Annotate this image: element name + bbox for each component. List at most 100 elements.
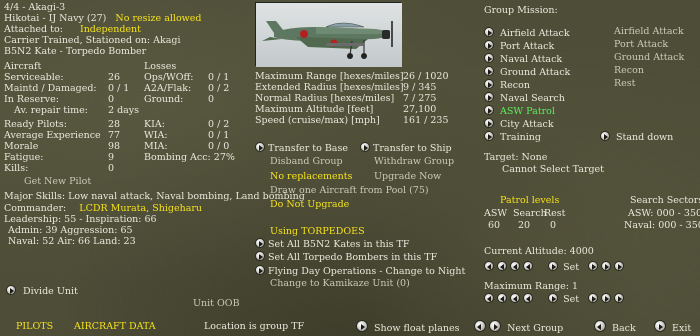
set-kates-button[interactable]: Set All B5N2 Kates in this TF <box>255 238 409 250</box>
arrow-right-icon <box>600 131 610 141</box>
pilot-wia-label: WIA: <box>144 130 168 141</box>
altitude-controls: Set <box>484 261 625 273</box>
range-extended-value: 9 / 345 <box>403 82 437 93</box>
asw-sectors[interactable]: ASW: 000 - 350 <box>628 208 700 219</box>
mission-alt-airfield-attack[interactable]: Airfield Attack <box>614 26 684 37</box>
pilot-label: Hikotai - IJ Navy (27) No resize allowed <box>4 13 202 24</box>
arrow-left-icon[interactable] <box>497 293 508 303</box>
unit-oob-button[interactable]: Unit OOB <box>193 298 240 309</box>
arrow-left-icon[interactable] <box>510 261 521 271</box>
mission-alt-port-attack[interactable]: Port Attack <box>614 39 668 50</box>
speed-value: 161 / 235 <box>403 115 449 126</box>
patrol-search-value[interactable]: 20 <box>518 220 530 231</box>
exit-button[interactable]: Exit <box>654 320 691 334</box>
arrow-right-icon <box>6 285 16 295</box>
arrow-right-icon <box>255 251 265 261</box>
mission-asw-patrol[interactable]: ASW Patrol <box>484 105 555 117</box>
disband-group-button[interactable]: Disband Group <box>270 156 343 167</box>
divide-unit-button[interactable]: Divide Unit <box>6 285 78 297</box>
mission-airfield-attack[interactable]: Airfield Attack <box>484 27 570 39</box>
flying-day-button[interactable]: Flying Day Operations - Change to Night <box>255 265 465 277</box>
carrier-info: Carrier Trained, Stationed on: Akagi <box>4 35 181 46</box>
arrow-right-icon <box>484 131 494 141</box>
pilot-ready-value: 28 <box>108 119 121 130</box>
stat-opswoff-value: 0 / 1 <box>208 72 230 83</box>
mission-naval-attack[interactable]: Naval Attack <box>484 53 562 65</box>
stat-repair-value: 2 days <box>108 105 140 116</box>
arrow-right-icon <box>484 118 494 128</box>
aircraft-data-button[interactable]: AIRCRAFT DATA <box>74 321 156 332</box>
stand-down-button[interactable]: Stand down <box>600 131 673 143</box>
altitude-set-button[interactable]: Set <box>563 262 579 273</box>
admin-stats: Admin: 39 Aggression: 65 <box>8 225 133 236</box>
kamikaze-button[interactable]: Change to Kamikaze Unit (0) <box>270 278 410 289</box>
arrow-right-icon[interactable] <box>601 293 612 303</box>
attached-value[interactable]: Independent <box>80 24 141 35</box>
mission-naval-search[interactable]: Naval Search <box>484 92 565 104</box>
pilot-exp-value: 77 <box>108 130 121 141</box>
arrow-right-icon[interactable] <box>601 261 612 271</box>
arrow-left-icon[interactable] <box>484 293 494 303</box>
arrow-left-icon[interactable] <box>484 261 494 271</box>
arrow-right-icon <box>356 320 368 332</box>
show-float-planes-button[interactable]: Show float planes <box>356 320 460 334</box>
mission-alt-recon[interactable]: Recon <box>614 65 644 76</box>
pilot-kia-label: KIA: <box>144 119 165 130</box>
stat-repair-label: Av. repair time: <box>14 105 88 116</box>
arrow-right-icon <box>484 79 494 89</box>
upgrade-now-button[interactable]: Upgrade Now <box>374 171 441 182</box>
mission-port-attack[interactable]: Port Attack <box>484 40 554 52</box>
arrow-left-icon[interactable] <box>523 293 534 303</box>
target-text: Target: None <box>484 152 548 163</box>
pilot-morale-value: 98 <box>108 141 121 152</box>
patrol-levels-header: Patrol levels <box>500 195 560 206</box>
patrol-asw-value[interactable]: 60 <box>488 220 500 231</box>
get-new-pilot-button[interactable]: Get New Pilot <box>24 176 91 187</box>
arrow-left-icon[interactable] <box>497 261 508 271</box>
pilot-mia-label: MIA: <box>144 141 168 152</box>
stat-opswoff-label: Ops/WOff: <box>144 72 194 83</box>
mission-city-attack[interactable]: City Attack <box>484 118 554 130</box>
max-altitude-value: 27,100 <box>403 104 437 115</box>
using-torpedoes-toggle[interactable]: Using TORPEDOES <box>270 226 365 237</box>
range-set-button[interactable]: Set <box>563 294 579 305</box>
stat-reserve-value: 0 <box>108 94 115 105</box>
arrow-right-icon[interactable] <box>614 261 625 271</box>
next-group-button[interactable]: Next Group <box>474 320 563 334</box>
resize-status: No resize allowed <box>115 13 202 24</box>
withdraw-group-button[interactable]: Withdraw Group <box>374 156 454 167</box>
transfer-to-base-button[interactable]: Transfer to Base <box>255 142 348 154</box>
location-text: Location is group TF <box>204 321 305 332</box>
arrow-right-icon[interactable] <box>548 261 559 271</box>
back-button[interactable]: Back <box>594 320 636 334</box>
aircraft-image <box>255 2 402 67</box>
do-not-upgrade-button[interactable]: Do Not Upgrade <box>270 199 349 210</box>
arrow-right-icon[interactable] <box>588 261 599 271</box>
arrow-right-icon <box>484 53 494 63</box>
no-replacements-button[interactable]: No replacements <box>270 171 352 182</box>
stat-a2aflak-value: 0 / 2 <box>208 83 230 94</box>
mission-recon[interactable]: Recon <box>484 79 530 91</box>
arrow-right-icon[interactable] <box>588 293 599 303</box>
arrow-right-icon[interactable] <box>548 293 559 303</box>
mission-ground-attack[interactable]: Ground Attack <box>484 66 570 78</box>
arrow-right-icon <box>484 92 494 102</box>
draw-aircraft-button[interactable]: Draw one Aircraft from Pool (75) <box>270 185 429 196</box>
mission-training[interactable]: Training <box>484 131 541 143</box>
mission-alt-ground-attack[interactable]: Ground Attack <box>614 52 684 63</box>
pilot-kia-value: 0 / 2 <box>208 119 230 130</box>
range-normal-value: 7 / 275 <box>403 93 437 104</box>
arrow-left-icon[interactable] <box>523 261 534 271</box>
max-altitude-label: Maximum Altitude [feet] <box>255 104 374 115</box>
arrow-left-icon[interactable] <box>510 293 521 303</box>
pilots-button[interactable]: PILOTS <box>16 321 53 332</box>
patrol-rest-value[interactable]: 0 <box>550 220 556 231</box>
arrow-right-icon <box>484 27 494 37</box>
mission-alt-rest[interactable]: Rest <box>614 78 635 89</box>
set-torpedo-bombers-button[interactable]: Set All Torpedo Bombers in this TF <box>255 251 437 263</box>
commander-name[interactable]: LCDR Murata, Shigeharu <box>79 203 202 214</box>
naval-sectors[interactable]: Naval: 000 - 350 <box>624 220 700 231</box>
stat-maintd-label: Maintd / Damaged: <box>4 83 97 94</box>
transfer-to-ship-button[interactable]: Transfer to Ship <box>360 142 452 154</box>
arrow-right-icon[interactable] <box>614 293 625 303</box>
